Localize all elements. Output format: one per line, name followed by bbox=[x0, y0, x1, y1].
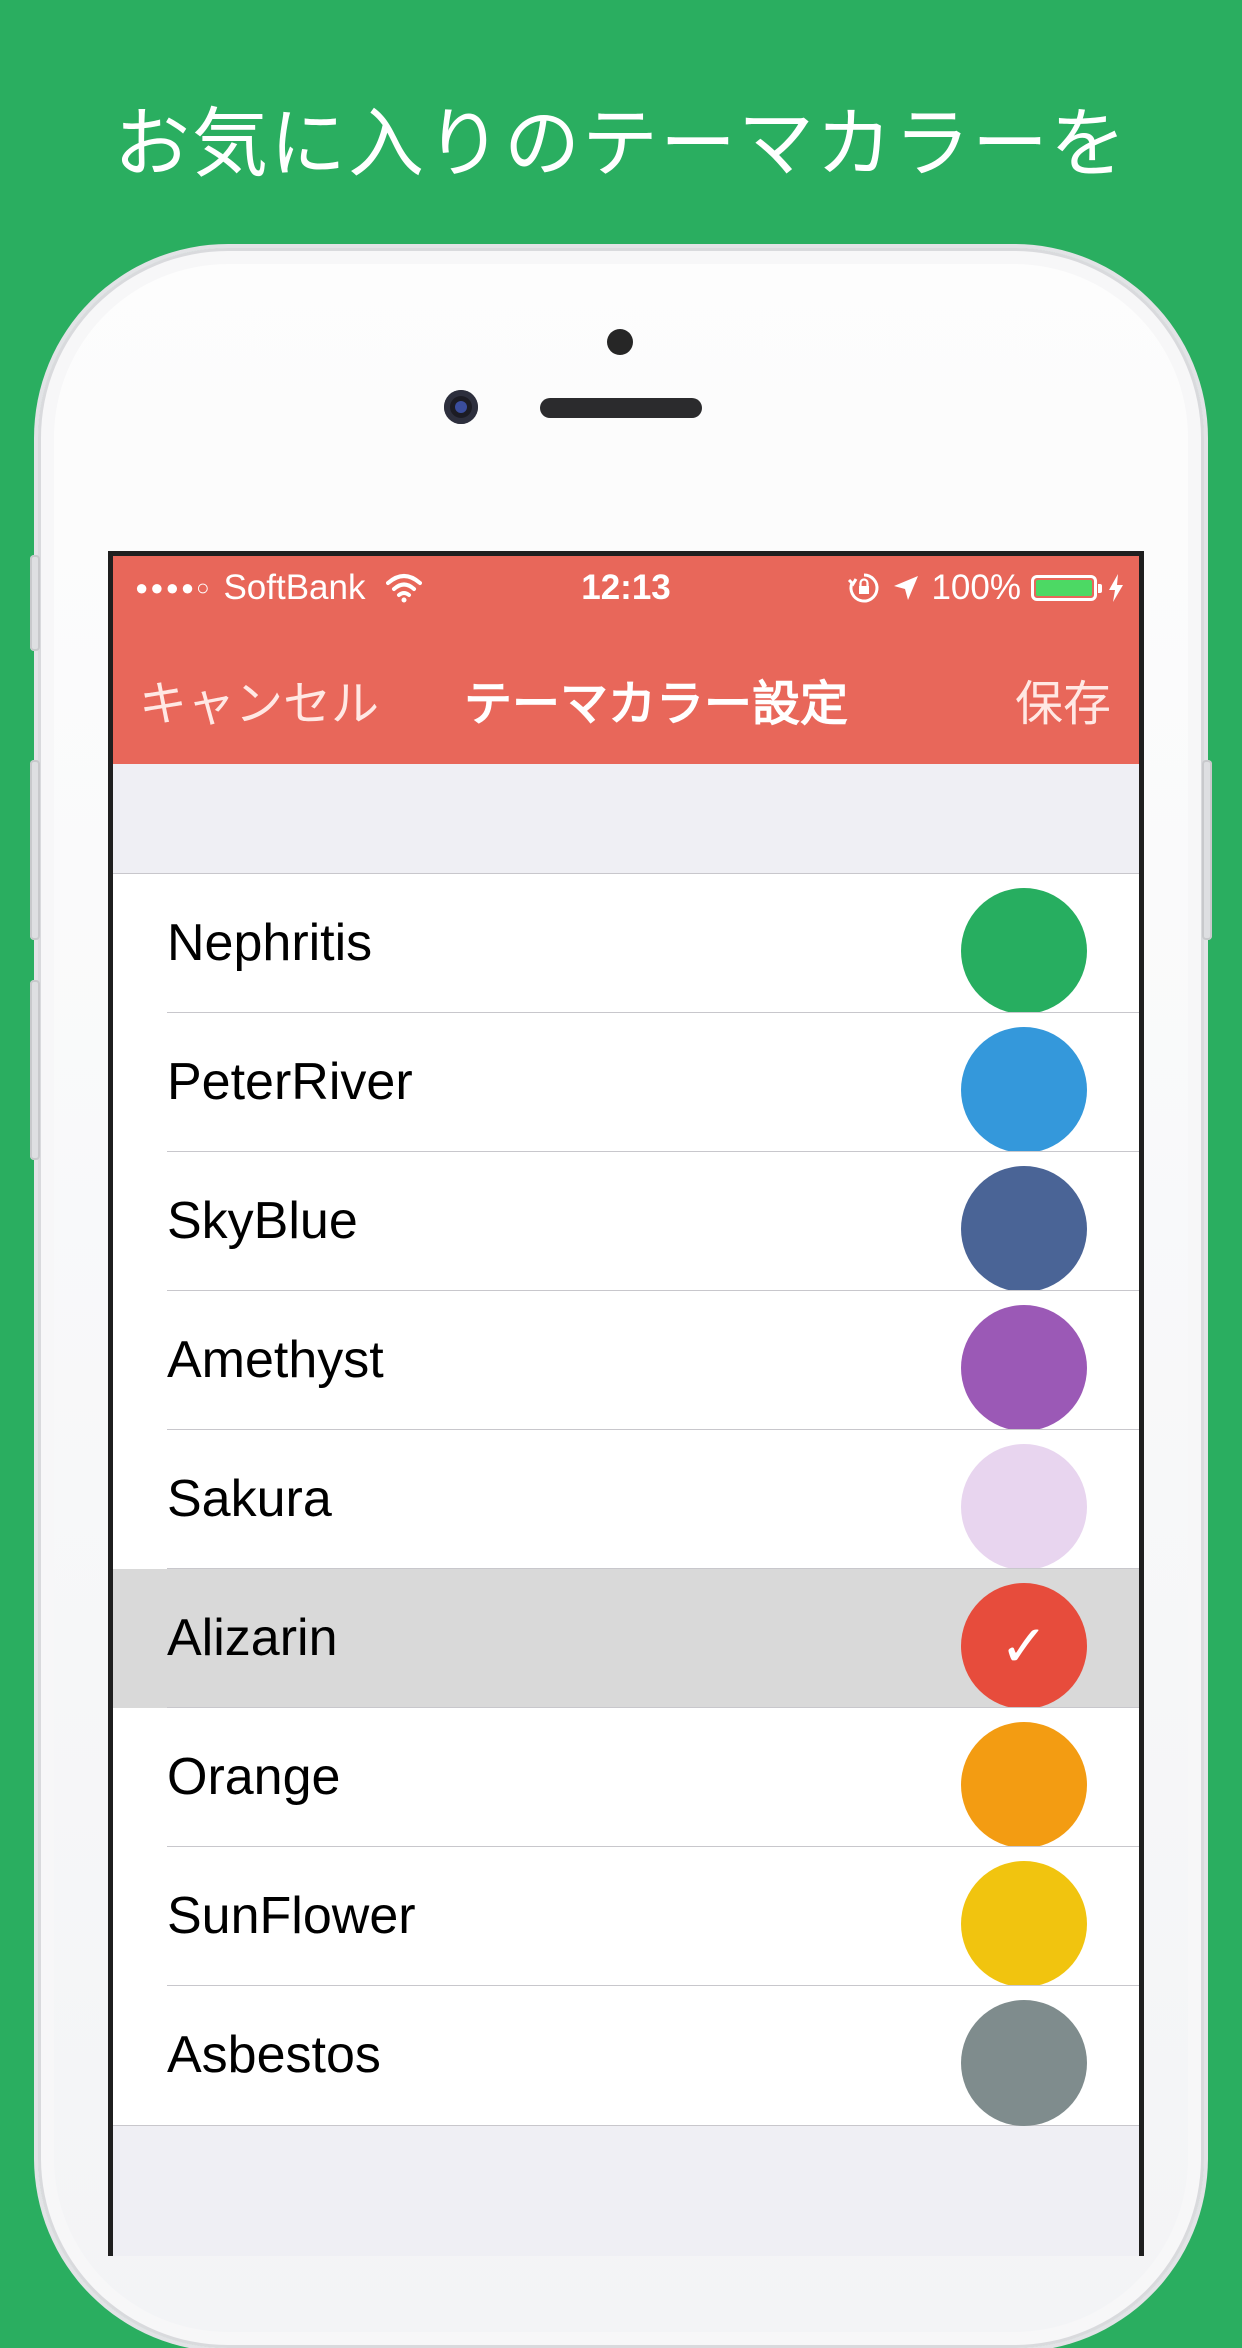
color-swatch bbox=[961, 1444, 1087, 1570]
theme-name-label: Orange bbox=[167, 1748, 341, 1806]
phone-power-button bbox=[1202, 760, 1212, 940]
status-right: 100% bbox=[847, 568, 1125, 608]
charging-bolt-icon bbox=[1109, 574, 1123, 602]
front-camera bbox=[444, 390, 478, 424]
checkmark-icon: ✓ bbox=[999, 1612, 1049, 1680]
orientation-lock-icon bbox=[848, 573, 879, 603]
color-swatch bbox=[961, 1166, 1087, 1292]
theme-name-label: Sakura bbox=[167, 1470, 332, 1528]
theme-name-label: Asbestos bbox=[167, 2026, 381, 2084]
page-title: テーマカラー設定 bbox=[463, 676, 848, 732]
color-swatch: ✓ bbox=[961, 1583, 1087, 1709]
theme-row-orange[interactable]: Orange bbox=[113, 1708, 1139, 1848]
theme-row-nephritis[interactable]: Nephritis bbox=[113, 874, 1139, 1014]
battery-percent: 100% bbox=[931, 568, 1021, 607]
phone-volume-up-button bbox=[30, 760, 40, 940]
battery-tip bbox=[1098, 584, 1102, 593]
theme-row-sunflower[interactable]: SunFlower bbox=[113, 1847, 1139, 1987]
theme-name-label: PeterRiver bbox=[167, 1053, 413, 1111]
theme-row-alizarin[interactable]: Alizarin ✓ bbox=[113, 1569, 1139, 1709]
location-arrow-icon bbox=[894, 576, 919, 600]
battery-level-fill bbox=[1036, 580, 1092, 596]
theme-color-list: Nephritis PeterRiver SkyBlue Amethyst Sakura… bbox=[113, 873, 1139, 2126]
navigation-bar: ●●●●○ SoftBank 12:13 100% キャンセル テーマカラー設定… bbox=[113, 556, 1139, 764]
theme-name-label: Amethyst bbox=[167, 1331, 384, 1389]
phone-mute-switch bbox=[30, 555, 40, 651]
nav-row: キャンセル テーマカラー設定 保存 bbox=[113, 654, 1139, 734]
theme-name-label: Nephritis bbox=[167, 914, 373, 972]
color-swatch bbox=[961, 1861, 1087, 1987]
color-swatch bbox=[961, 1305, 1087, 1431]
color-swatch bbox=[961, 1027, 1087, 1153]
save-button[interactable]: 保存 bbox=[1015, 664, 1111, 734]
color-swatch bbox=[961, 1722, 1087, 1848]
theme-row-sakura[interactable]: Sakura bbox=[113, 1430, 1139, 1570]
theme-row-skyblue[interactable]: SkyBlue bbox=[113, 1152, 1139, 1292]
color-swatch bbox=[961, 2000, 1087, 2126]
theme-row-asbestos[interactable]: Asbestos bbox=[113, 1986, 1139, 2126]
theme-name-label: SkyBlue bbox=[167, 1192, 358, 1250]
color-swatch bbox=[961, 888, 1087, 1014]
theme-row-peterriver[interactable]: PeterRiver bbox=[113, 1013, 1139, 1153]
theme-name-label: SunFlower bbox=[167, 1887, 416, 1945]
status-bar: ●●●●○ SoftBank 12:13 100% bbox=[113, 568, 1139, 618]
theme-name-label: Alizarin bbox=[167, 1609, 338, 1667]
proximity-sensor bbox=[607, 329, 633, 355]
earpiece-speaker bbox=[540, 398, 702, 418]
phone-volume-down-button bbox=[30, 980, 40, 1160]
theme-row-amethyst[interactable]: Amethyst bbox=[113, 1291, 1139, 1431]
app-screen: ●●●●○ SoftBank 12:13 100% キャンセル テーマカラー設定… bbox=[108, 551, 1144, 2256]
promo-headline: お気に入りのテーマカラーを bbox=[114, 99, 1128, 188]
battery-icon bbox=[1031, 575, 1102, 601]
